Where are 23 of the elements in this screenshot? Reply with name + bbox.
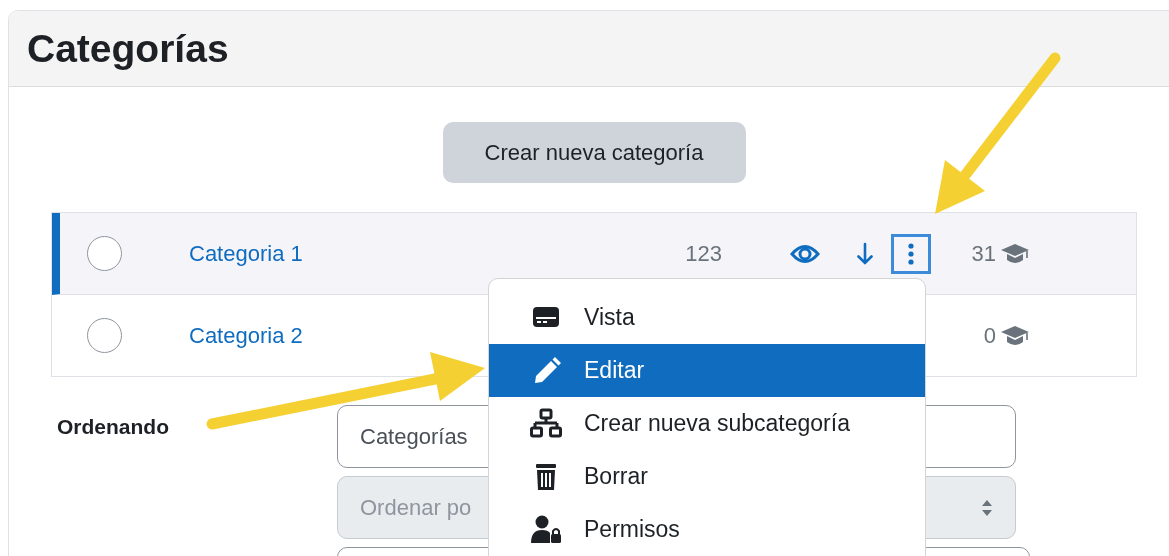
selected-category-row[interactable]: Categoria 1 123 31 <box>52 213 1136 295</box>
down-arrow-icon[interactable] <box>857 241 873 266</box>
course-count: 31 <box>971 240 996 267</box>
more-options-button[interactable] <box>891 233 931 274</box>
menu-item[interactable]: Editar <box>489 344 925 397</box>
kebab-icon <box>908 242 914 265</box>
sitemap-icon <box>530 407 562 440</box>
sort-label: Ordenando <box>56 413 170 440</box>
menu-item[interactable]: Permisos <box>489 503 925 556</box>
panel-title: Categorías <box>27 26 229 71</box>
menu-item[interactable]: Borrar <box>489 450 925 503</box>
eye-icon[interactable] <box>790 242 820 265</box>
create-category-button[interactable]: Crear nueva categoría <box>442 122 746 183</box>
graduation-cap-icon <box>1000 242 1030 265</box>
item-count: 123 <box>685 240 722 266</box>
checkbox[interactable] <box>87 236 122 271</box>
category-link[interactable]: Categoria 2 <box>189 322 303 348</box>
checkbox[interactable] <box>87 318 122 353</box>
category-link[interactable]: Categoria 1 <box>189 240 303 266</box>
menu-item[interactable]: Crear nueva subcategoría <box>489 397 925 450</box>
user-lock-icon <box>530 513 562 546</box>
course-count: 0 <box>983 322 996 349</box>
graduation-cap-icon <box>1000 324 1030 347</box>
